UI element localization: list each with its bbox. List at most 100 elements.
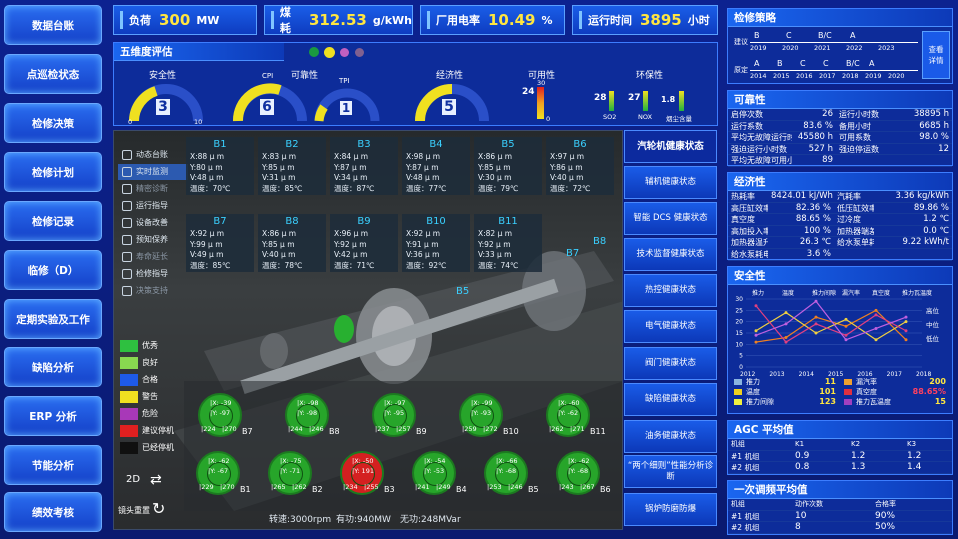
bearing-gauge-b9[interactable]: |X: -97 |Y: -95 |237 |257: [372, 393, 416, 437]
cpi-label: CPI: [262, 72, 274, 80]
side-menu-item-6[interactable]: 寿命延长: [118, 249, 188, 265]
dot-icon[interactable]: [324, 47, 335, 58]
strategy-panel: 检修策略 建议 B 2019 C 2020 B/C 2021 A 2022 2023 原定 A2…: [727, 8, 953, 84]
nav-item-4[interactable]: 检修记录: [4, 201, 102, 241]
bearing-x: X:82 μ m: [478, 229, 513, 238]
nav-item-3[interactable]: 检修计划: [4, 152, 102, 192]
side-menu-item-4[interactable]: 设备改善: [118, 215, 188, 231]
dot-icon[interactable]: [355, 48, 364, 57]
active-power-label: 有功:940MW: [336, 515, 391, 525]
bearing-gauge-b3[interactable]: |X: -50 |Y: 191 |234 |255: [340, 451, 384, 495]
bearing-gauge-b6[interactable]: |X: -62 |Y: -68 |243 |267: [556, 451, 600, 495]
bearing-gauge-b1[interactable]: |X: -62 |Y: -67 |229 |270: [196, 451, 240, 495]
bearing-card-b3[interactable]: B3 X:84 μ m Y:87 μ m V:34 μ m 温度：87℃: [330, 137, 398, 195]
bearing-t: 温度：85℃: [190, 260, 231, 270]
nav-item-9[interactable]: 节能分析: [4, 445, 102, 485]
y-tick: 20: [735, 319, 743, 326]
right-menu-item-2[interactable]: 智能 DCS 健康状态: [624, 202, 717, 235]
gauge-name: B4: [456, 485, 467, 494]
series-point: [754, 340, 758, 344]
gauge-a: |X: -75: [280, 457, 302, 465]
strategy-r2-label: 原定: [734, 66, 748, 74]
bearing-gauge-b4[interactable]: |X: -54 |Y: -53 |241 |249: [412, 451, 456, 495]
cell: 备用小时: [836, 121, 898, 133]
dot-icon[interactable]: [340, 48, 349, 57]
nav-item-1[interactable]: 点巡检状态: [4, 54, 102, 94]
bearing-gauge-b5[interactable]: |X: -66 |Y: -68 |253 |246: [484, 451, 528, 495]
nav-item-8[interactable]: ERP 分析: [4, 396, 102, 436]
table-cell: 50%: [872, 522, 952, 534]
right-menu-item-4[interactable]: 热控健康状态: [624, 274, 717, 307]
nav-item-7[interactable]: 缺陷分析: [4, 347, 102, 387]
bearing-card-b7[interactable]: B7 X:92 μ m Y:99 μ m V:49 μ m 温度：85℃: [186, 214, 254, 272]
bearing-card-b4[interactable]: B4 X:98 μ m Y:87 μ m V:48 μ m 温度：77℃: [402, 137, 470, 195]
cell: 平均无故障运行时间: [728, 132, 792, 144]
bearing-name: B9: [357, 216, 371, 227]
menu-icon: [122, 235, 132, 245]
right-menu-item-3[interactable]: 技术监督健康状态: [624, 238, 717, 271]
cell: 82.36 %: [768, 203, 834, 215]
strategy-year: 2015: [773, 72, 790, 80]
bearing-card-b2[interactable]: B2 X:83 μ m Y:85 μ m V:31 μ m 温度：85℃: [258, 137, 326, 195]
bearing-card-b1[interactable]: B1 X:88 μ m Y:80 μ m V:48 μ m 温度：70℃: [186, 137, 254, 195]
cell: [834, 249, 874, 261]
right-menu-item-0[interactable]: 汽轮机健康状态: [624, 130, 717, 163]
nav-item-5[interactable]: 临修（D）: [4, 250, 102, 290]
cell: 6685 h: [898, 121, 952, 133]
side-menu-item-0[interactable]: 动态台账: [118, 147, 188, 163]
right-menu-item-7[interactable]: 缺陷健康状态: [624, 383, 717, 416]
bearing-gauge-b7[interactable]: |X: -39 |Y: -97 |224 |270: [198, 393, 242, 437]
menu-icon: [122, 218, 132, 228]
nav-item-2[interactable]: 检修决策: [4, 103, 102, 143]
right-menu-item-1[interactable]: 辅机健康状态: [624, 166, 717, 199]
view-detail-button[interactable]: 查看详情: [922, 31, 950, 79]
bearing-card-b6[interactable]: B6 X:97 μ m Y:86 μ m V:40 μ m 温度：72℃: [546, 137, 614, 195]
bearing-y: Y:91 μ m: [406, 239, 439, 249]
legend-swatch: [120, 374, 138, 386]
side-menu-item-7[interactable]: 检修指导: [118, 266, 188, 282]
bearing-y: Y:92 μ m: [334, 239, 367, 249]
reset-icon[interactable]: ↻: [152, 499, 165, 518]
strategy-year: 2017: [819, 72, 836, 80]
right-menu-item-5[interactable]: 电气健康状态: [624, 310, 717, 343]
cell: 汽耗率: [834, 191, 874, 203]
nav-item-6[interactable]: 定期实验及工作: [4, 299, 102, 339]
bearing-gauge-b11[interactable]: |X: -60 |Y: -62 |262 |271: [546, 393, 590, 437]
bearing-card-b5[interactable]: B5 X:86 μ m Y:85 μ m V:30 μ m 温度：79℃: [474, 137, 542, 195]
turbine-scene[interactable]: B5 B7 B8 2D ⇄ 镜头重置 ↻ 转速:3000rpm 有功:940MW…: [113, 130, 623, 530]
side-menu-item-1[interactable]: 实时监测: [118, 164, 188, 180]
side-menu-item-5[interactable]: 预知保养: [118, 232, 188, 248]
right-menu-item-9[interactable]: “两个细则”性能分析诊断: [624, 455, 717, 488]
dot-icon[interactable]: [309, 47, 319, 57]
bearing-card-b9[interactable]: B9 X:96 μ m Y:92 μ m V:42 μ m 温度：71℃: [330, 214, 398, 272]
bearing-card-b8[interactable]: B8 X:86 μ m Y:85 μ m V:40 μ m 温度：78℃: [258, 214, 326, 272]
bearing-gauge-b2[interactable]: |X: -75 |Y: -71 |265 |262: [268, 451, 312, 495]
gauge-c: |229: [199, 483, 214, 491]
bearing-card-b10[interactable]: B10 X:92 μ m Y:91 μ m V:36 μ m 温度：92℃: [402, 214, 470, 272]
right-menu-item-10[interactable]: 锅炉防磨防爆: [624, 493, 717, 526]
switch-icon[interactable]: ⇄: [150, 472, 162, 488]
right-menu-item-8[interactable]: 油务健康状态: [624, 420, 717, 453]
strategy-code: A: [754, 59, 760, 68]
bearing-gauge-b10[interactable]: |X: -99 |Y: -93 |259 |272: [459, 393, 503, 437]
strategy-title: 检修策略: [728, 9, 952, 27]
table-header: 机组: [728, 499, 792, 511]
bearing-gauge-b8[interactable]: |X: -98 |Y: -98 |244 |246: [285, 393, 329, 437]
safety-legend-item: 真空度 88.65%: [844, 387, 952, 397]
table-header: 合格率: [872, 499, 952, 511]
economy-panel: 经济性 热耗率 8424.01 kJ/Wh 汽耗率 3.36 kg/kWh 高压缸效率 8…: [727, 172, 953, 261]
nav-item-0[interactable]: 数据台账: [4, 5, 102, 45]
side-menu-item-3[interactable]: 运行指导: [118, 198, 188, 214]
series-point: [814, 331, 818, 335]
economy-label: 经济性: [436, 71, 464, 81]
gauge-a: |X: -39: [210, 399, 232, 407]
bearing-card-b11[interactable]: B11 X:82 μ m Y:92 μ m V:33 μ m 温度：74℃: [474, 214, 542, 272]
gauge-d: |262: [292, 483, 307, 491]
bearing-name: B3: [357, 139, 371, 150]
right-menu-item-6[interactable]: 阀门健康状态: [624, 347, 717, 380]
strategy-year: 2019: [750, 44, 767, 52]
side-menu-item-8[interactable]: 决策支持: [118, 283, 188, 299]
series-point: [784, 340, 788, 344]
nav-item-10[interactable]: 绩效考核: [4, 492, 102, 532]
side-menu-item-2[interactable]: 精密诊断: [118, 181, 188, 197]
